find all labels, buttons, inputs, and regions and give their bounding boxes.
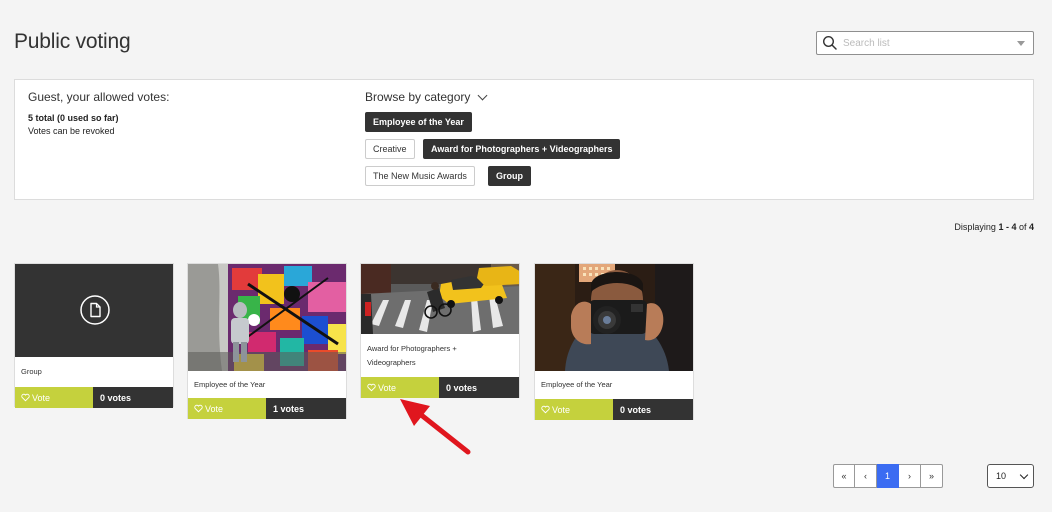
heart-icon <box>541 405 550 414</box>
browse-by-category-toggle[interactable]: Browse by category <box>365 90 488 104</box>
previous-page-button[interactable]: ‹ <box>855 464 877 488</box>
entry-category: Employee of the Year <box>194 380 266 389</box>
heart-icon <box>194 404 203 413</box>
displaying-prefix: Displaying <box>954 222 999 232</box>
browse-by-category-label: Browse by category <box>365 90 471 104</box>
vote-button[interactable]: Vote <box>188 398 268 419</box>
chevron-down-icon <box>477 90 488 100</box>
vote-count: 1 votes <box>266 398 346 419</box>
entry-thumbnail[interactable] <box>15 264 173 357</box>
category-tag-award-photographers[interactable]: Award for Photographers + Videographers <box>423 139 621 159</box>
taxi-street-photo[interactable] <box>361 264 519 334</box>
entry-card[interactable]: Employee of the Year Vote 1 votes <box>187 263 347 419</box>
vote-button-label: Vote <box>205 403 224 414</box>
current-page-button[interactable]: 1 <box>877 464 899 488</box>
last-page-button[interactable]: » <box>921 464 943 488</box>
entry-category: Employee of the Year <box>541 380 613 389</box>
allowed-votes-total: 5 total (0 used so far) <box>28 113 119 123</box>
votes-revoke-note: Votes can be revoked <box>28 126 115 136</box>
voting-info-panel: Guest, your allowed votes: 5 total (0 us… <box>14 79 1034 200</box>
entry-card[interactable]: Group Vote 0 votes <box>14 263 174 408</box>
annotation-arrow-icon <box>400 399 471 455</box>
heart-icon <box>21 393 30 402</box>
displaying-total: 4 <box>1028 222 1034 232</box>
street-art-photo[interactable] <box>188 264 346 371</box>
next-page-button[interactable]: › <box>899 464 921 488</box>
category-tag-employee-of-the-year[interactable]: Employee of the Year <box>365 112 472 132</box>
per-page-value: 10 <box>996 471 1007 481</box>
category-tag-group[interactable]: Group <box>488 166 531 186</box>
chevron-down-icon <box>1019 470 1029 480</box>
search-icon <box>822 35 838 51</box>
page-title: Public voting <box>14 30 131 53</box>
displaying-count: Displaying 1 - 4 of 4 <box>954 222 1034 232</box>
file-icon <box>80 295 110 330</box>
entry-category: Award for Photographers + Videographers <box>367 344 457 367</box>
per-page-select[interactable]: 10 <box>987 464 1034 488</box>
vote-count: 0 votes <box>93 387 173 408</box>
entry-card[interactable]: Award for Photographers + Videographers … <box>360 263 520 398</box>
search-box[interactable] <box>816 31 1034 55</box>
category-tag-new-music-awards[interactable]: The New Music Awards <box>365 166 475 186</box>
heart-icon <box>367 383 376 392</box>
displaying-range: 1 - 4 <box>998 222 1017 232</box>
vote-button-label: Vote <box>378 382 397 393</box>
vote-button[interactable]: Vote <box>535 399 615 420</box>
vote-button[interactable]: Vote <box>15 387 95 408</box>
displaying-of: of <box>1016 222 1029 232</box>
vote-button-label: Vote <box>32 392 51 403</box>
first-page-button[interactable]: « <box>833 464 855 488</box>
photographer-photo[interactable] <box>535 264 693 371</box>
vote-count: 0 votes <box>613 399 693 420</box>
search-input[interactable] <box>843 37 1013 49</box>
pagination: « ‹ 1 › » <box>833 464 943 488</box>
category-tag-creative[interactable]: Creative <box>365 139 415 159</box>
vote-button-label: Vote <box>552 404 571 415</box>
search-dropdown-icon[interactable] <box>1017 41 1025 46</box>
entry-card[interactable]: Employee of the Year Vote 0 votes <box>534 263 694 420</box>
allowed-votes-heading: Guest, your allowed votes: <box>28 90 170 104</box>
entry-category: Group <box>21 367 42 376</box>
